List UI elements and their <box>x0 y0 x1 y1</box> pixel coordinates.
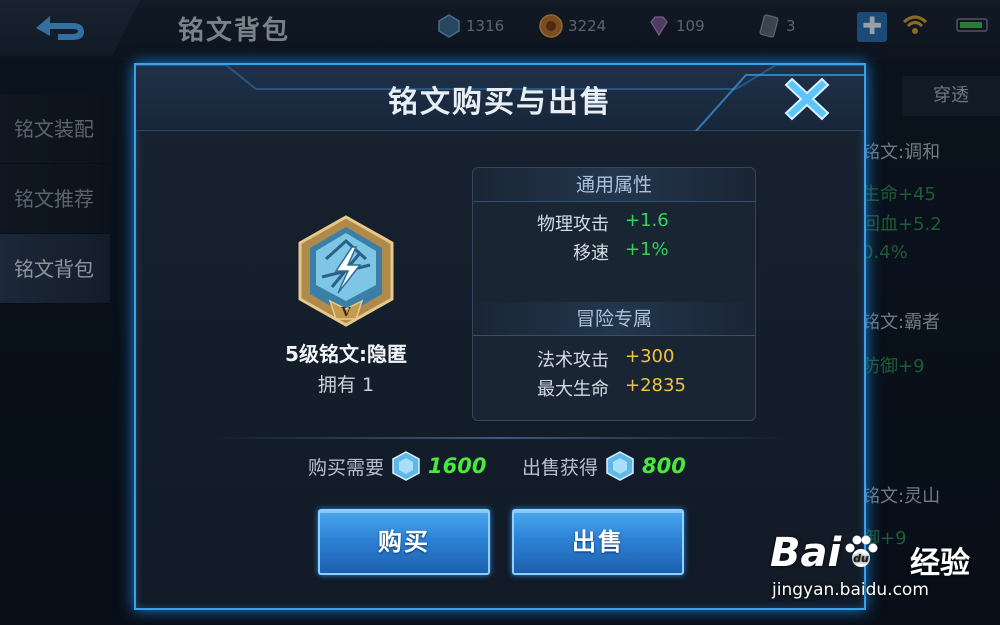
paw-icon: du <box>845 535 878 567</box>
buy-sell-dialog: 铭文购买与出售 V 5级铭文:隐匿 拥有 1 通用属性 物理攻击 +1.6 移速… <box>134 63 866 610</box>
dialog-header: 铭文购买与出售 <box>136 65 864 131</box>
game-screen: 铭文背包 1316 3224 109 3 ✚ 铭文装配 铭文推荐 铭文背包 穿透… <box>0 0 1000 625</box>
sell-price: 出售获得 800 <box>522 448 686 484</box>
rune-owned-count: 拥有 1 <box>317 374 375 396</box>
watermark-brand-b: du <box>853 552 869 565</box>
divider <box>206 437 794 439</box>
stat-label: 物理攻击 <box>537 214 609 235</box>
stat-value: +1% <box>625 239 669 260</box>
watermark-url: jingyan.baidu.com <box>772 580 929 600</box>
crystal-icon <box>606 451 634 481</box>
watermark-brand-a: Bai <box>770 530 842 576</box>
close-icon[interactable] <box>782 73 832 123</box>
sell-button[interactable]: 出售 <box>512 509 684 575</box>
adventure-stats-heading: 冒险专属 <box>473 302 755 336</box>
watermark-logo: Bai du <box>770 530 881 576</box>
stat-value: +2835 <box>625 375 686 396</box>
stat-row: 最大生命 +2835 <box>473 375 755 403</box>
watermark: Bai du 经验 jingyan.baidu.com <box>770 522 996 606</box>
stat-row: 物理攻击 +1.6 <box>473 210 755 238</box>
stat-value: +300 <box>625 346 675 367</box>
sell-price-label: 出售获得 <box>522 456 599 479</box>
stat-label: 移速 <box>573 243 609 264</box>
stat-label: 最大生命 <box>537 379 609 400</box>
watermark-suffix: 经验 <box>910 546 970 581</box>
buy-price-label: 购买需要 <box>308 456 385 479</box>
rune-icon: V <box>298 215 394 327</box>
buy-price: 购买需要 1600 <box>308 448 486 484</box>
stat-value: +1.6 <box>625 210 669 231</box>
stats-panel: 通用属性 物理攻击 +1.6 移速 +1% 冒险专属 法术攻击 +300 最大生… <box>472 167 756 421</box>
stat-label: 法术攻击 <box>537 350 609 371</box>
buy-price-value: 1600 <box>428 454 487 478</box>
stat-row: 移速 +1% <box>473 239 755 267</box>
sell-price-value: 800 <box>642 454 686 478</box>
buy-button[interactable]: 购买 <box>318 509 490 575</box>
crystal-icon <box>392 451 420 481</box>
dialog-title: 铭文购买与出售 <box>388 85 612 120</box>
general-stats-heading: 通用属性 <box>473 168 755 202</box>
rune-name: 5级铭文:隐匿 <box>285 342 407 366</box>
stat-row: 法术攻击 +300 <box>473 346 755 374</box>
rune-level-mark: V <box>340 305 351 319</box>
